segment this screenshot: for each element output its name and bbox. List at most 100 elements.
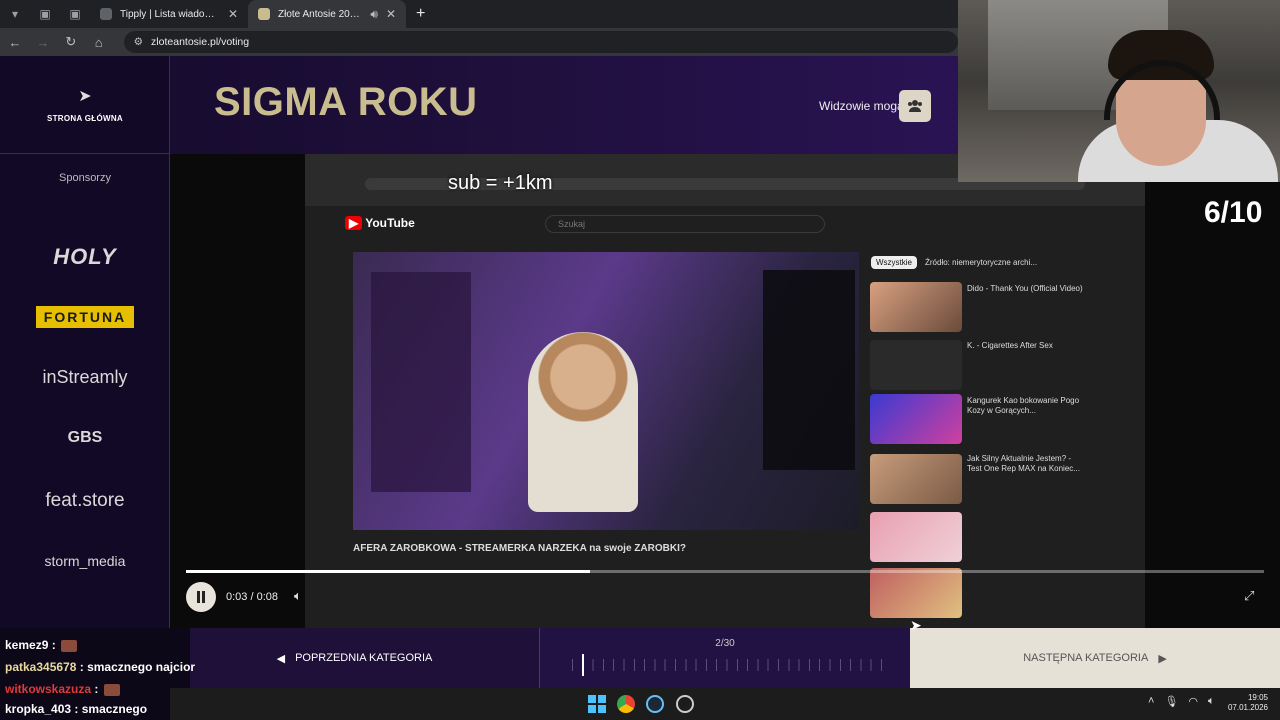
tab-title: Tipply | Lista wiadomości bbox=[120, 8, 220, 20]
chip-source: Źródło: niemerytoryczne archi... bbox=[925, 258, 1038, 267]
sponsor-stormmedia[interactable]: storm_media bbox=[0, 553, 170, 569]
pause-icon bbox=[197, 591, 205, 603]
pinned-tab-icon-2[interactable]: ▣ bbox=[60, 0, 90, 28]
chat-user: witkowskazuza bbox=[5, 682, 92, 696]
emote-icon bbox=[103, 683, 120, 696]
category-ticks[interactable] bbox=[572, 659, 882, 671]
pinned-tab-icon[interactable]: ▣ bbox=[30, 0, 60, 28]
rec-title-1: Dido - Thank You (Official Video) bbox=[967, 284, 1083, 293]
address-bar-row: ← → ↻ ⌂ ⚙︎ zloteantosie.pl/voting bbox=[0, 28, 958, 56]
next-category-button[interactable]: NASTĘPNA KATEGORIA ▶ bbox=[910, 628, 1280, 688]
arrow-left-icon: ◀ bbox=[276, 652, 286, 665]
reload-icon[interactable]: ↻ bbox=[64, 34, 78, 50]
steam-icon[interactable] bbox=[646, 695, 664, 713]
back-icon[interactable]: ← bbox=[8, 35, 22, 50]
chat-line: kropka_403 : smacznego bbox=[5, 702, 148, 716]
close-tab-icon[interactable]: ✕ bbox=[386, 7, 396, 21]
taskbar bbox=[170, 688, 1280, 720]
sponsor-fortuna[interactable]: FORTUNA bbox=[0, 306, 170, 328]
arrow-right-icon: ▶ bbox=[1158, 652, 1167, 665]
youtube-play-icon: ▶ bbox=[345, 216, 363, 230]
rec-title-2: K. - Cigarettes After Sex bbox=[967, 341, 1053, 350]
stream-chat-overlay: kemez9 : patka345678 : smacznego najcior… bbox=[0, 628, 195, 720]
emote-icon bbox=[61, 639, 78, 652]
close-tab-icon[interactable]: ✕ bbox=[228, 7, 238, 21]
sponsor-instreamly[interactable]: inStreamly bbox=[0, 367, 170, 388]
sponsor-featstore[interactable]: feat.store bbox=[0, 490, 170, 512]
chat-line: patka345678 : smacznego najcior bbox=[5, 660, 196, 674]
home-icon[interactable]: ⌂ bbox=[92, 35, 106, 50]
browser-tab-bar: ▾ ▣ ▣ Tipply | Lista wiadomości ✕ Złote … bbox=[0, 0, 958, 28]
app-icon[interactable] bbox=[676, 695, 694, 713]
fullscreen-icon[interactable]: ⤢ bbox=[1244, 588, 1254, 604]
url-field[interactable]: ⚙︎ zloteantosie.pl/voting bbox=[123, 31, 958, 53]
next-category-label: NASTĘPNA KATEGORIA bbox=[1023, 652, 1149, 664]
chrome-icon[interactable] bbox=[617, 695, 635, 713]
chat-message: smacznego bbox=[81, 702, 148, 716]
chip-all: Wszystkie bbox=[871, 256, 917, 269]
rec-thumb-5 bbox=[870, 512, 962, 562]
sponsors-title: Sponsorzy bbox=[59, 172, 111, 184]
chat-line: witkowskazuza : bbox=[5, 682, 120, 696]
youtube-logo-text: YouTube bbox=[365, 216, 415, 230]
clock-time: 19:05 bbox=[1247, 693, 1268, 702]
video-progress-fill bbox=[186, 570, 591, 573]
prev-category-label: POPRZEDNIA KATEGORIA bbox=[295, 652, 433, 664]
category-page-number: 2/30 bbox=[715, 638, 735, 649]
tray-chevron-icon[interactable]: ˄ bbox=[1148, 695, 1154, 708]
youtube-logo: ▶ YouTube bbox=[345, 216, 415, 230]
prev-category-button[interactable]: ◀ POPRZEDNIA KATEGORIA bbox=[170, 628, 540, 688]
home-button[interactable]: ➤ STRONA GŁÓWNA bbox=[0, 56, 170, 154]
new-tab-button[interactable]: + bbox=[406, 5, 435, 23]
category-pager bbox=[540, 628, 910, 688]
arrow-left-icon: ➤ bbox=[78, 88, 92, 105]
forward-icon[interactable]: → bbox=[36, 35, 50, 50]
chat-user: kemez9 bbox=[5, 638, 49, 652]
inner-video-title: AFERA ZAROBKOWA - STREAMERKA NARZEKA na … bbox=[353, 543, 686, 554]
viewers-button[interactable] bbox=[899, 90, 931, 122]
taskbar-clock[interactable]: 19:05 07.01.2026 bbox=[1224, 693, 1268, 713]
tab-favicon bbox=[100, 8, 112, 20]
microphone-icon[interactable]: 🎙︎ bbox=[1164, 695, 1178, 708]
chat-line: kemez9 : bbox=[5, 638, 78, 652]
stream-overlay-text: sub = +1km bbox=[448, 172, 553, 194]
rec-title-3: Kangurek Kao bokowanie Pogo Kozy w Gorąc… bbox=[967, 396, 1080, 415]
inner-chat bbox=[371, 272, 471, 492]
category-tick-active bbox=[582, 654, 584, 676]
webcam-overlay bbox=[958, 0, 1280, 182]
browser-tab-zloteantosie[interactable]: Złote Antosie 2025 - Najwię 🔊︎ ✕ bbox=[248, 0, 406, 28]
embedded-screen-capture: ▶ YouTube Szukaj Wszystkie Źródło: niemer… bbox=[305, 154, 1145, 628]
clock-date: 07.01.2026 bbox=[1227, 703, 1268, 712]
video-time: 0:03 / 0:08 bbox=[226, 591, 278, 603]
streamer-figure bbox=[528, 332, 638, 512]
windows-start-icon[interactable] bbox=[588, 695, 606, 713]
users-icon bbox=[908, 100, 922, 112]
speaker-icon[interactable]: 🔊︎ bbox=[370, 7, 378, 22]
rec-thumb-6 bbox=[870, 568, 962, 618]
mouse-cursor-icon: ➤ bbox=[910, 617, 922, 633]
stream-counter: 6/10 bbox=[1204, 196, 1263, 229]
pause-button[interactable] bbox=[186, 582, 216, 612]
tab-title: Złote Antosie 2025 - Najwię bbox=[278, 8, 362, 20]
site-info-icon[interactable]: ⚙︎ bbox=[134, 36, 143, 48]
wifi-icon[interactable]: ◠ bbox=[1188, 695, 1198, 708]
rec-title-4: Jak Silny Aktualnie Jestem? - Test One R… bbox=[967, 454, 1080, 473]
chat-user: patka345678 bbox=[5, 660, 77, 674]
inner-description bbox=[763, 270, 855, 470]
tab-actions-icon[interactable]: ▾ bbox=[0, 0, 30, 28]
rec-thumb-3 bbox=[870, 394, 962, 444]
rec-thumb-2 bbox=[870, 340, 962, 390]
volume-icon[interactable]: 🔈︎ bbox=[294, 588, 302, 604]
browser-tab-tipply[interactable]: Tipply | Lista wiadomości ✕ bbox=[90, 0, 248, 28]
windows-logo-icon bbox=[588, 695, 606, 713]
rec-thumb-1 bbox=[870, 282, 962, 332]
viewers-label: Widzowie mogą bbox=[819, 99, 904, 113]
home-label: STRONA GŁÓWNA bbox=[46, 114, 124, 123]
tab-favicon bbox=[258, 8, 270, 20]
sponsor-holy[interactable]: HOLY bbox=[0, 244, 170, 270]
speaker-icon[interactable]: 🔈︎ bbox=[1208, 695, 1215, 708]
sponsor-gbs[interactable]: GBS bbox=[0, 429, 170, 447]
system-tray: ˄ 🎙︎ ◠ 🔈︎ bbox=[1148, 695, 1215, 708]
category-title: SIGMA ROKU bbox=[214, 80, 478, 124]
inner-video bbox=[353, 252, 859, 530]
